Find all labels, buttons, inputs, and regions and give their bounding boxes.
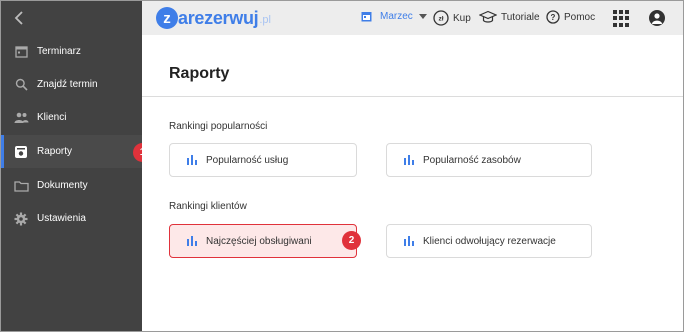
gear-icon: [13, 211, 29, 227]
calendar-icon: [361, 12, 372, 22]
bar-chart-icon: [404, 155, 414, 165]
sidebar-item-label: Ustawienia: [37, 213, 86, 224]
bar-chart-icon: [187, 236, 197, 246]
app-logo[interactable]: z arezerwuj .pl: [156, 6, 271, 30]
sidebar-item-label: Raporty: [37, 146, 73, 157]
sidebar-item-label: Terminarz: [37, 46, 81, 57]
card-label: Klienci odwołujący rezerwacje: [423, 235, 556, 247]
help-label: Pomoc: [564, 11, 596, 23]
card-popularnosc-zasobow[interactable]: Popularność zasobów: [386, 143, 592, 177]
report-icon: [13, 144, 29, 160]
folder-icon: [13, 178, 29, 194]
tutorials-button[interactable]: Tutoriale: [479, 10, 540, 24]
sidebar-item-ustawienia[interactable]: Ustawienia: [1, 202, 142, 235]
help-button[interactable]: ? Pomoc: [546, 10, 595, 24]
sidebar-item-label: Klienci: [37, 112, 67, 123]
logo-mark: z: [156, 7, 178, 29]
top-bar: z arezerwuj .pl Marzec zł Kup Tutoriale …: [142, 1, 683, 35]
sidebar-item-znajdz-termin[interactable]: Znajdź termin: [1, 68, 142, 101]
user-icon: [652, 13, 662, 24]
bar-chart-icon: [187, 155, 197, 165]
chevron-left-icon[interactable]: [11, 9, 29, 27]
sidebar-item-terminarz[interactable]: Terminarz: [1, 35, 142, 68]
bar-chart-icon: [404, 236, 414, 246]
sidebar-item-raporty[interactable]: Raporty: [1, 135, 142, 168]
coin-icon: zł: [433, 10, 449, 26]
card-label: Popularność usług: [206, 154, 289, 166]
section-title-clients: Rankingi klientów: [169, 201, 247, 212]
svg-text:?: ?: [551, 13, 556, 22]
apps-grid-icon[interactable]: [613, 10, 630, 27]
card-popularnosc-uslug[interactable]: Popularność usług: [169, 143, 357, 177]
sidebar-item-dokumenty[interactable]: Dokumenty: [1, 169, 142, 202]
sidebar: Terminarz Znajdź termin Klienci Raporty: [1, 1, 152, 331]
app-window: Terminarz Znajdź termin Klienci Raporty: [0, 0, 684, 332]
buy-label: Kup: [453, 12, 471, 24]
page-title: Raporty: [169, 65, 230, 82]
main-content: Raporty Rankingi popularności Popularnoś…: [142, 35, 683, 331]
annotation-badge-2: 2: [342, 231, 361, 250]
section-title-popularity: Rankingi popularności: [169, 121, 268, 132]
card-najczesciej-obslugiwani[interactable]: Najczęściej obsługiwani: [169, 224, 357, 258]
sidebar-item-label: Znajdź termin: [37, 79, 98, 90]
divider: [142, 96, 683, 97]
tutorials-label: Tutoriale: [501, 11, 540, 23]
sidebar-item-klienci[interactable]: Klienci: [1, 101, 142, 134]
card-label: Najczęściej obsługiwani: [206, 235, 312, 247]
month-selector[interactable]: Marzec: [361, 11, 427, 22]
calendar-icon: [13, 44, 29, 60]
people-icon: [13, 110, 29, 126]
search-icon: [13, 77, 29, 93]
avatar[interactable]: [649, 10, 665, 26]
card-label: Popularność zasobów: [423, 154, 521, 166]
logo-text: arezerwuj: [178, 7, 259, 28]
svg-text:zł: zł: [438, 16, 443, 23]
logo-suffix: .pl: [259, 14, 271, 26]
graduation-cap-icon: [479, 10, 497, 23]
buy-button[interactable]: zł Kup: [433, 10, 471, 26]
help-icon: ?: [546, 10, 560, 24]
card-klienci-odwolujacy[interactable]: Klienci odwołujący rezerwacje: [386, 224, 592, 258]
chevron-down-icon: [418, 14, 427, 19]
month-label: Marzec: [380, 11, 413, 22]
sidebar-item-label: Dokumenty: [37, 180, 88, 191]
